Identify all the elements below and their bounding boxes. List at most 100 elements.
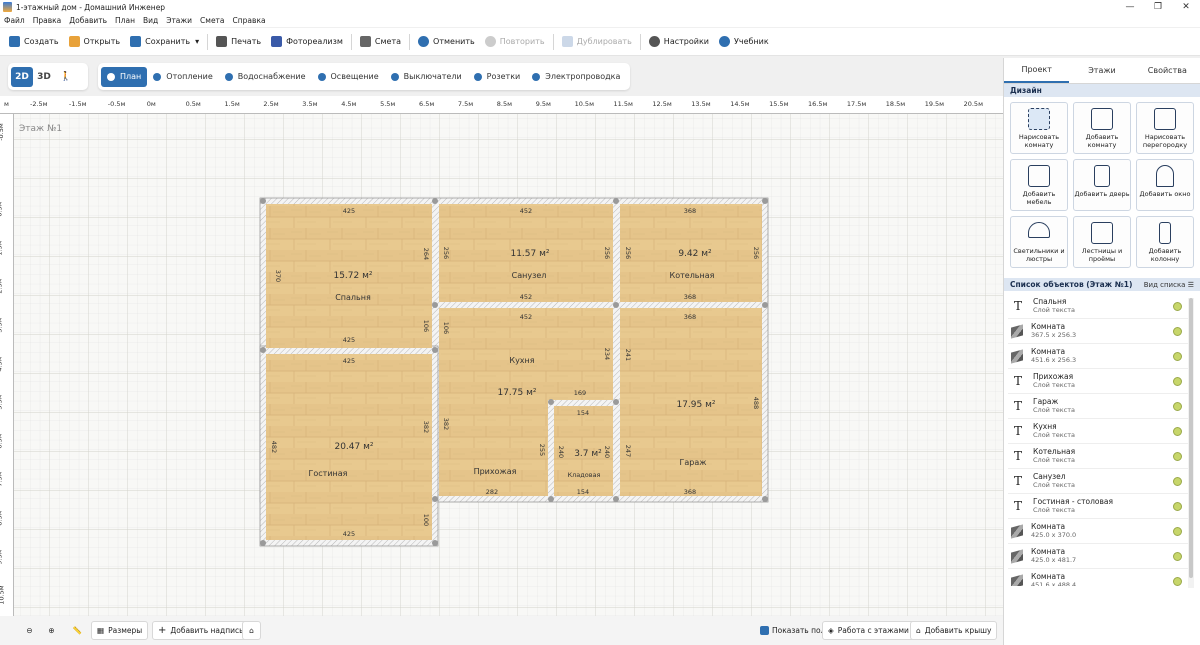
tutorial-button[interactable]: Учебник	[714, 31, 774, 53]
create-button[interactable]: Создать	[4, 31, 64, 53]
object-list-item[interactable]: T Прихожая Слой текста	[1008, 369, 1188, 394]
close-icon[interactable]: ✕	[1172, 0, 1200, 14]
draw-partition-button[interactable]: Нарисовать перегородку	[1136, 102, 1194, 154]
tab-project[interactable]: Проект	[1004, 58, 1070, 83]
node[interactable]	[548, 496, 554, 502]
visibility-eye-icon[interactable]	[1173, 351, 1182, 361]
plan-canvas[interactable]: 15.72 м² Спальня 425 370 264 106 425 11.…	[0, 96, 1003, 616]
node[interactable]	[432, 198, 438, 204]
menu-edit[interactable]: Правка	[33, 16, 62, 25]
object-list-item[interactable]: T Кухня Слой текста	[1008, 419, 1188, 444]
add-column-button[interactable]: Добавить колонну	[1136, 216, 1194, 268]
object-list-item[interactable]: T Санузел Слой текста	[1008, 469, 1188, 494]
lamps-button[interactable]: Светильники и люстры	[1010, 216, 1068, 268]
maximize-icon[interactable]: ❐	[1144, 0, 1172, 14]
object-list-item[interactable]: Комната 367.5 x 256.3	[1008, 319, 1188, 344]
visibility-eye-icon[interactable]	[1173, 501, 1182, 511]
tab-floors[interactable]: Этажи	[1069, 58, 1134, 83]
node[interactable]	[762, 198, 768, 204]
draw-room-button[interactable]: Нарисовать комнату	[1010, 102, 1068, 154]
scroll-thumb[interactable]	[1189, 298, 1193, 578]
object-list-item[interactable]: Комната 451.6 x 488.4	[1008, 569, 1188, 586]
menu-estimate[interactable]: Смета	[200, 16, 224, 25]
object-list-item[interactable]: T Гостиная - столовая Слой текста	[1008, 494, 1188, 519]
mode-plan-button[interactable]: План	[101, 66, 148, 87]
visibility-eye-icon[interactable]	[1173, 401, 1182, 411]
ruler-icon[interactable]: 📏	[68, 621, 87, 640]
node[interactable]	[260, 540, 266, 546]
node[interactable]	[432, 302, 438, 308]
node[interactable]	[548, 399, 554, 405]
node[interactable]	[613, 302, 619, 308]
view-2d-button[interactable]: 2D	[11, 66, 33, 87]
dimensions-button[interactable]: ▦ Размеры	[91, 621, 149, 640]
open-button[interactable]: Открыть	[64, 31, 126, 53]
add-roof-button[interactable]: ⌂ Добавить крышу	[910, 621, 998, 640]
object-list[interactable]: T Спальня Слой текста Комната 367.5 x 256.3 К…	[1008, 294, 1188, 586]
visibility-eye-icon[interactable]	[1173, 451, 1182, 461]
node[interactable]	[432, 540, 438, 546]
mode-water-button[interactable]: Водоснабжение	[219, 67, 312, 87]
add-label-button[interactable]: + Добавить надпись	[152, 621, 250, 640]
menu-view[interactable]: Вид	[143, 16, 158, 25]
list-view-toggle[interactable]: Вид списка ☰	[1144, 281, 1194, 289]
view-3d-button[interactable]: 3D	[33, 67, 55, 87]
menu-add[interactable]: Добавить	[69, 16, 107, 25]
menu-plan[interactable]: План	[115, 16, 135, 25]
save-dropdown-icon[interactable]: ▾	[195, 37, 199, 46]
mode-sockets-button[interactable]: Розетки	[468, 67, 527, 87]
object-list-item[interactable]: T Котельная Слой текста	[1008, 444, 1188, 469]
node[interactable]	[762, 302, 768, 308]
stairs-button[interactable]: Лестницы и проёмы	[1073, 216, 1131, 268]
menu-file[interactable]: Файл	[4, 16, 25, 25]
add-window-button[interactable]: Добавить окно	[1136, 159, 1194, 211]
node[interactable]	[613, 496, 619, 502]
show-floor-checkbox[interactable]: Показать пол	[755, 621, 830, 640]
tab-properties[interactable]: Свойства	[1135, 58, 1200, 83]
visibility-eye-icon[interactable]	[1173, 426, 1182, 436]
node[interactable]	[613, 399, 619, 405]
zoom-in-icon[interactable]: ⊕	[42, 621, 61, 640]
duplicate-button[interactable]: Дублировать	[557, 31, 637, 53]
mode-heating-button[interactable]: Отопление	[147, 67, 218, 87]
add-furniture-button[interactable]: Добавить мебель	[1010, 159, 1068, 211]
node[interactable]	[432, 347, 438, 353]
undo-button[interactable]: Отменить	[413, 31, 480, 53]
mode-wiring-button[interactable]: Электропроводка	[526, 67, 626, 87]
floors-button[interactable]: ◈ Работа с этажами	[822, 621, 915, 640]
mode-lighting-button[interactable]: Освещение	[312, 67, 385, 87]
visibility-eye-icon[interactable]	[1173, 551, 1182, 561]
mode-switches-button[interactable]: Выключатели	[385, 67, 468, 87]
estimate-button[interactable]: Смета	[355, 31, 406, 53]
visibility-eye-icon[interactable]	[1173, 376, 1182, 386]
save-button[interactable]: Сохранить ▾	[125, 31, 204, 53]
menu-help[interactable]: Справка	[233, 16, 266, 25]
add-door-button[interactable]: Добавить дверь	[1073, 159, 1131, 211]
settings-button[interactable]: Настройки	[644, 31, 714, 53]
minimize-icon[interactable]: —	[1116, 0, 1144, 14]
visibility-eye-icon[interactable]	[1173, 476, 1182, 486]
node[interactable]	[432, 496, 438, 502]
object-list-item[interactable]: Комната 451.6 x 256.3	[1008, 344, 1188, 369]
node[interactable]	[613, 198, 619, 204]
object-list-item[interactable]: T Спальня Слой текста	[1008, 294, 1188, 319]
node[interactable]	[762, 496, 768, 502]
add-room-button[interactable]: Добавить комнату	[1073, 102, 1131, 154]
node[interactable]	[260, 198, 266, 204]
visibility-eye-icon[interactable]	[1173, 326, 1182, 336]
checkbox-icon[interactable]	[760, 626, 769, 635]
zoom-out-icon[interactable]: ⊖	[20, 621, 39, 640]
photorealism-button[interactable]: Фотореализм	[266, 31, 348, 53]
object-list-item[interactable]: Комната 425.0 x 481.7	[1008, 544, 1188, 569]
print-button[interactable]: Печать	[211, 31, 266, 53]
object-list-item[interactable]: T Гараж Слой текста	[1008, 394, 1188, 419]
visibility-eye-icon[interactable]	[1173, 526, 1182, 536]
menu-floors[interactable]: Этажи	[166, 16, 192, 25]
redo-button[interactable]: Повторить	[480, 31, 550, 53]
node[interactable]	[260, 347, 266, 353]
home-icon[interactable]: ⌂	[242, 621, 261, 640]
object-list-item[interactable]: Комната 425.0 x 370.0	[1008, 519, 1188, 544]
visibility-eye-icon[interactable]	[1173, 301, 1182, 311]
plan-svg[interactable]: 15.72 м² Спальня 425 370 264 106 425 11.…	[0, 96, 1003, 616]
walk-mode-icon[interactable]: 🚶	[55, 67, 77, 87]
